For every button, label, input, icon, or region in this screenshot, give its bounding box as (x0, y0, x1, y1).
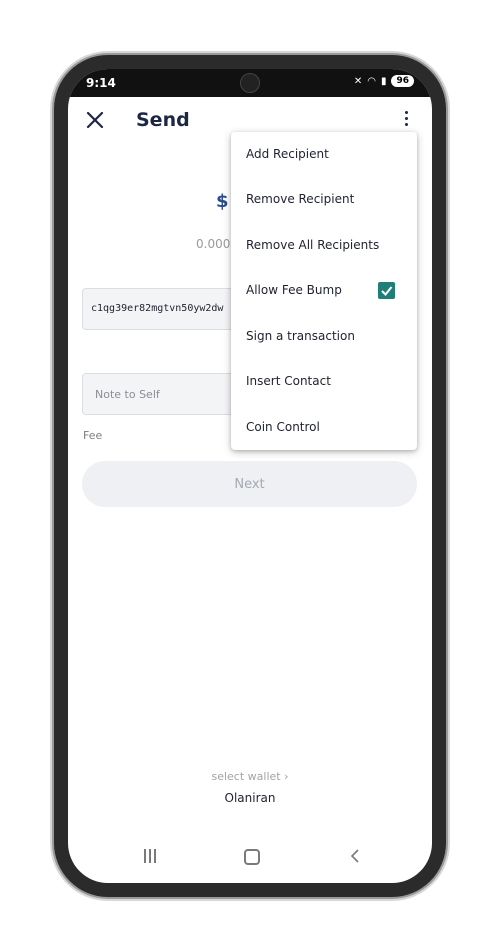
signal-icon: ▮ (380, 75, 387, 87)
menu-item-add-recipient[interactable]: Add Recipient (231, 132, 417, 177)
wifi-icon: ◠ (367, 75, 376, 87)
menu-item-label: Add Recipient (246, 147, 329, 161)
menu-item-label: Allow Fee Bump (246, 283, 342, 297)
close-icon[interactable] (84, 109, 106, 131)
menu-item-label: Remove Recipient (246, 192, 355, 206)
menu-item-allow-fee-bump[interactable]: Allow Fee Bump (231, 268, 417, 313)
menu-item-coin-control[interactable]: Coin Control (231, 405, 417, 450)
select-wallet-label: select wallet (211, 770, 281, 783)
menu-item-sign-transaction[interactable]: Sign a transaction (231, 314, 417, 359)
volume-button (446, 190, 450, 290)
menu-item-label: Coin Control (246, 420, 320, 434)
power-button (446, 370, 450, 420)
menu-item-label: Insert Contact (246, 374, 331, 388)
battery-icon: 96 (391, 75, 414, 87)
overflow-menu: Add Recipient Remove Recipient Remove Al… (231, 132, 417, 450)
menu-item-label: Remove All Recipients (246, 238, 380, 252)
menu-item-remove-recipient[interactable]: Remove Recipient (231, 177, 417, 222)
menu-item-remove-all-recipients[interactable]: Remove All Recipients (231, 223, 417, 268)
status-icons: ✕ ◠ ▮ 96 (354, 75, 414, 87)
check-icon (381, 286, 393, 296)
screen: 9:14 ✕ ◠ ▮ 96 Send $ 0.0001 c1qg39er82mg… (68, 69, 432, 883)
note-placeholder: Note to Self (95, 388, 160, 401)
back-icon[interactable] (348, 849, 362, 863)
menu-item-label: Sign a transaction (246, 329, 355, 343)
status-bar: 9:14 ✕ ◠ ▮ 96 (68, 69, 432, 97)
select-wallet-link[interactable]: select wallet › (68, 770, 432, 783)
recent-apps-icon[interactable] (144, 849, 158, 863)
chevron-right-icon: › (284, 770, 289, 783)
next-button[interactable]: Next (82, 461, 417, 507)
status-time: 9:14 (86, 76, 116, 90)
recipient-address: c1qg39er82mgtvn50yw2dw (91, 303, 224, 314)
menu-item-insert-contact[interactable]: Insert Contact (231, 359, 417, 404)
wallet-name: Olaniran (224, 791, 276, 805)
home-icon[interactable] (244, 849, 260, 865)
more-vertical-icon[interactable] (404, 111, 410, 129)
system-nav-bar (68, 839, 432, 879)
fee-label: Fee (83, 429, 103, 442)
currency-symbol[interactable]: $ (216, 191, 229, 212)
camera-icon (240, 73, 260, 93)
fee-bump-checkbox[interactable] (378, 282, 395, 299)
page-title: Send (136, 109, 190, 131)
mute-icon: ✕ (353, 75, 363, 87)
